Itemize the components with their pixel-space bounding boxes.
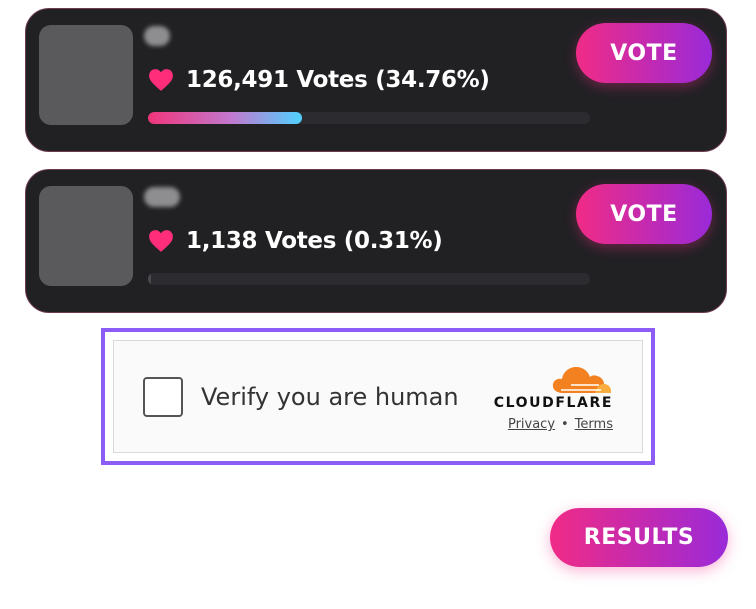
vote-progress-fill — [148, 273, 151, 285]
verify-label: Verify you are human — [201, 383, 459, 411]
candidate-image — [39, 186, 133, 286]
voting-page: 126,491 Votes (34.76%) VOTE 1,138 Votes … — [0, 0, 756, 609]
link-separator: • — [561, 417, 569, 432]
results-button[interactable]: RESULTS — [550, 508, 728, 567]
vote-button[interactable]: VOTE — [576, 184, 712, 244]
captcha-highlight-frame: Verify you are human CLOUDFLARE Privacy •… — [101, 328, 655, 465]
candidate-name-blurred — [144, 26, 170, 46]
terms-link[interactable]: Terms — [575, 417, 613, 432]
vote-button[interactable]: VOTE — [576, 23, 712, 83]
heart-icon — [149, 69, 173, 91]
vote-count-row: 1,138 Votes (0.31%) — [148, 228, 443, 254]
candidate-image — [39, 25, 133, 125]
verify-checkbox[interactable] — [143, 377, 183, 417]
vote-progress-fill — [148, 112, 302, 124]
privacy-link[interactable]: Privacy — [508, 417, 555, 432]
cloudflare-wordmark: CLOUDFLARE — [493, 395, 613, 411]
cloudflare-cloud-icon — [552, 367, 611, 393]
candidate-card: 1,138 Votes (0.31%) VOTE — [25, 169, 727, 313]
vote-progress-bar — [148, 273, 590, 285]
vote-count-row: 126,491 Votes (34.76%) — [148, 67, 490, 93]
vote-count-text: 126,491 Votes (34.76%) — [186, 67, 490, 93]
candidate-card: 126,491 Votes (34.76%) VOTE — [25, 8, 727, 152]
captcha-links: Privacy • Terms — [483, 417, 613, 432]
heart-icon — [149, 230, 173, 252]
captcha-widget: Verify you are human CLOUDFLARE Privacy •… — [113, 340, 643, 453]
candidate-name-blurred — [144, 187, 180, 207]
vote-count-text: 1,138 Votes (0.31%) — [186, 228, 443, 254]
vote-progress-bar — [148, 112, 590, 124]
